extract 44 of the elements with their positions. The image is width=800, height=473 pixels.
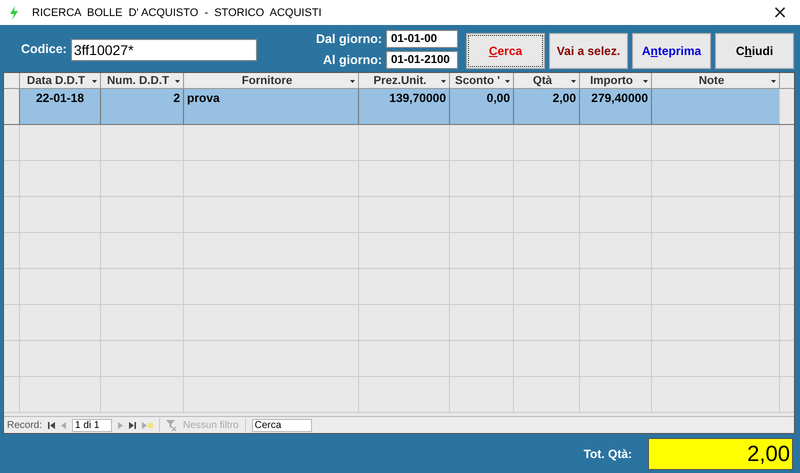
to-date-field[interactable]: 01-01-2100 (386, 51, 458, 69)
dropdown-icon[interactable] (505, 80, 510, 83)
column-header[interactable]: Fornitore (183, 73, 358, 88)
dropdown-icon[interactable] (92, 80, 97, 83)
lightning-icon (9, 6, 19, 20)
table-row[interactable]: 22-01-18 2 prova 139,70000 0,00 2,00 279,40000 (4, 89, 794, 125)
close-button[interactable]: × (760, 0, 800, 25)
dropdown-icon[interactable] (441, 80, 446, 83)
last-record-icon[interactable] (129, 422, 136, 428)
first-record-icon[interactable] (48, 422, 56, 428)
window-title: RICERCA BOLLE D' ACQUISTO - STORICO ACQUISTI (32, 6, 322, 18)
table-cell: 22-01-18 (36, 91, 84, 105)
total-quantity-value: 2,00 (648, 438, 793, 470)
action-button[interactable]: Anteprima (632, 32, 711, 68)
column-header[interactable]: Sconto ' (449, 73, 513, 88)
total-quantity-label: Tot. Qtà: (584, 446, 632, 460)
record-position-field[interactable]: 1 di 1 (72, 418, 112, 432)
column-header[interactable]: Importo (579, 73, 651, 88)
to-date-label: Al giorno: (322, 53, 382, 67)
dropdown-icon[interactable] (643, 80, 648, 83)
table-cell: 0,00 (486, 91, 510, 105)
action-button[interactable]: Chiudi (715, 32, 794, 68)
column-header[interactable]: Prez.Unit. (358, 73, 449, 88)
dropdown-icon[interactable] (175, 80, 180, 83)
dropdown-icon[interactable] (771, 80, 776, 83)
from-date-field[interactable]: 01-01-00 (386, 30, 458, 48)
record-label: Record: (7, 420, 42, 430)
column-header[interactable]: Note (651, 73, 779, 88)
table-cell: 139,70000 (389, 91, 446, 105)
code-field[interactable]: 3ff10027* (70, 39, 257, 61)
table-cell: 279,40000 (591, 91, 648, 105)
table-cell: prova (187, 91, 220, 105)
table-cell: 2 (173, 91, 180, 105)
column-header[interactable]: Data D.D.T (19, 73, 100, 88)
table-cell: 2,00 (552, 91, 576, 105)
action-button[interactable]: Cerca (466, 32, 545, 68)
action-button[interactable]: Vai a selez. (549, 32, 628, 68)
search-field[interactable]: Cerca (252, 418, 312, 432)
dropdown-icon[interactable] (350, 80, 355, 83)
column-header[interactable]: Qtà (513, 73, 579, 88)
code-label: Codice: (21, 42, 67, 56)
column-header[interactable]: Num. D.D.T (100, 73, 183, 88)
dropdown-icon[interactable] (571, 80, 576, 83)
from-date-label: Dal giorno: (316, 32, 382, 46)
